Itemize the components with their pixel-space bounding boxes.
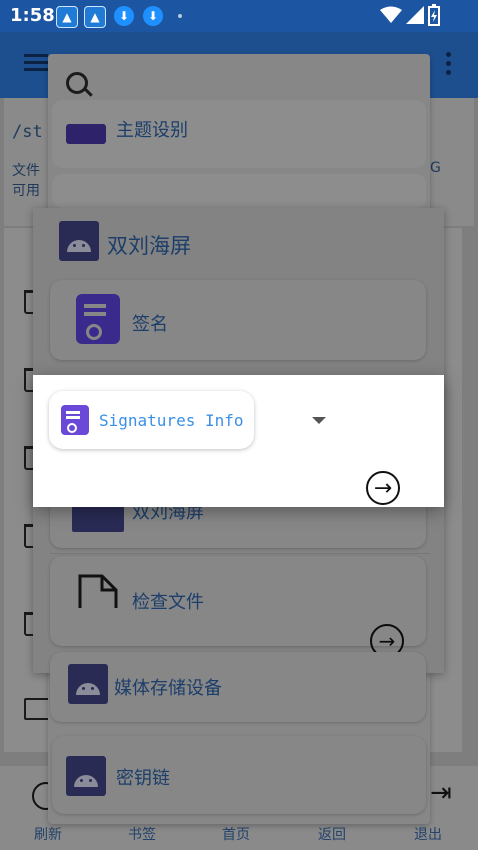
list-item[interactable]: 主题设别 — [52, 100, 426, 168]
android-icon — [68, 664, 108, 704]
keychain-label: 密钥链 — [116, 768, 170, 789]
selected-option-chip[interactable]: Signatures Info — [49, 391, 254, 449]
nav-refresh[interactable]: 刷新 — [34, 824, 62, 844]
menu-icon[interactable] — [24, 54, 48, 72]
storage-info-suffix: G — [430, 160, 441, 176]
signature-icon — [61, 405, 89, 435]
check-files-label: 检查文件 — [132, 592, 204, 613]
android-icon — [66, 756, 106, 796]
download-icon: ⬇ — [143, 6, 163, 26]
list-item-keychain[interactable] — [52, 736, 426, 814]
signature-icon — [76, 294, 120, 344]
android-icon — [59, 221, 99, 261]
selection-dialog: Signatures Info → — [33, 375, 444, 507]
exit-icon[interactable]: ⇥ — [430, 778, 452, 808]
nav-exit[interactable]: 退出 — [414, 824, 442, 844]
dropdown-arrow-icon[interactable] — [312, 417, 326, 424]
selected-option-label: Signatures Info — [99, 411, 244, 430]
signal-icon — [406, 6, 424, 24]
theme-icon — [66, 124, 106, 144]
nav-back[interactable]: 返回 — [318, 824, 346, 844]
media-storage-label: 媒体存储设备 — [114, 678, 222, 699]
notification-dot-icon — [178, 14, 182, 18]
app-notification-icon: ▲ — [84, 6, 106, 28]
download-icon: ⬇ — [114, 6, 134, 26]
file-icon — [78, 574, 118, 608]
sheet-title: 双刘海屏 — [107, 234, 191, 258]
battery-icon — [428, 4, 440, 26]
app-notification-icon: ▲ — [56, 6, 78, 28]
wifi-icon — [380, 6, 402, 23]
current-path: /st — [12, 122, 43, 142]
storage-available-line: 可用 — [12, 183, 40, 199]
search-icon[interactable] — [66, 72, 88, 94]
list-item[interactable] — [52, 174, 426, 208]
divider — [50, 553, 430, 554]
signature-label: 签名 — [132, 314, 168, 335]
list-item-label: 主题设别 — [116, 120, 188, 141]
nav-bookmarks[interactable]: 书签 — [128, 824, 156, 844]
storage-info-line: 文件 — [12, 163, 40, 179]
folder-icon[interactable] — [24, 698, 50, 720]
status-bar: 1:58 ▲ ▲ ⬇ ⬇ — [0, 0, 478, 32]
nav-home[interactable]: 首页 — [222, 824, 250, 844]
status-time: 1:58 — [10, 5, 55, 26]
more-options-icon[interactable] — [446, 52, 452, 79]
arrow-right-icon[interactable]: → — [366, 471, 400, 505]
